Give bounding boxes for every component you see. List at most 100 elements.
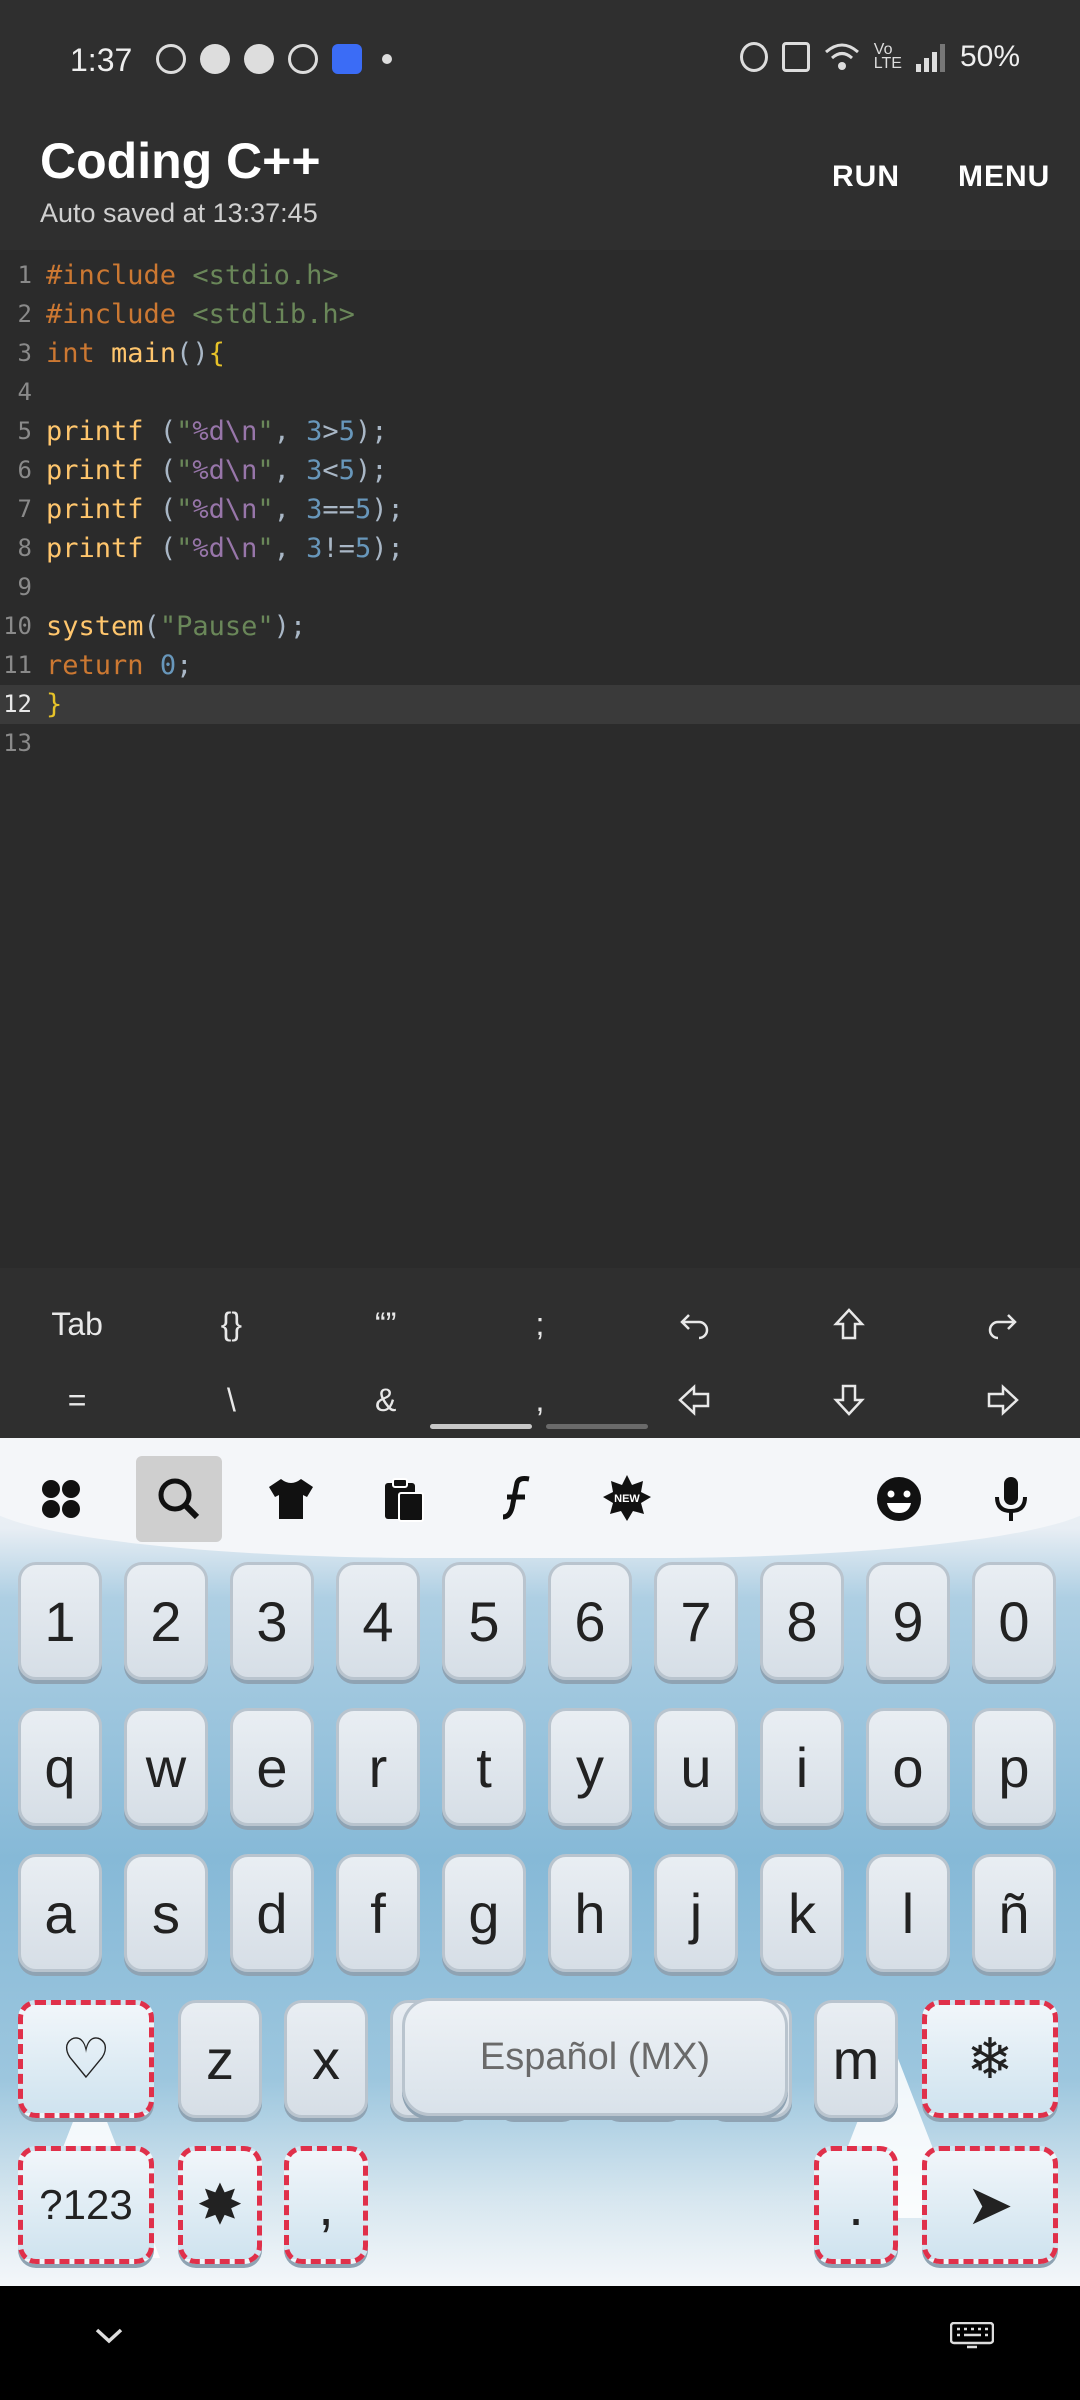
equals-key[interactable]: = — [0, 1362, 154, 1438]
code-line[interactable]: 1 #include <stdio.h> — [0, 256, 1080, 295]
code-text: #include <stdlib.h> — [46, 299, 355, 330]
key-z[interactable]: z — [178, 2000, 262, 2118]
key-0[interactable]: 0 — [972, 1562, 1056, 1680]
symbols-key[interactable]: ?123 — [18, 2146, 154, 2264]
redo-icon — [988, 1314, 1017, 1340]
heart-key[interactable]: ♡ — [18, 2000, 154, 2118]
key-6[interactable]: 6 — [548, 1562, 632, 1680]
code-line[interactable]: 3 int main(){ — [0, 334, 1080, 373]
key-8[interactable]: 8 — [760, 1562, 844, 1680]
code-editor[interactable]: 1 #include <stdio.h> 2 #include <stdlib.… — [0, 250, 1080, 1268]
key-i[interactable]: i — [760, 1708, 844, 1826]
key-j[interactable]: j — [654, 1854, 738, 1972]
key-q[interactable]: q — [18, 1708, 102, 1826]
arrow-right-key[interactable] — [926, 1362, 1080, 1438]
key-f[interactable]: f — [336, 1854, 420, 1972]
code-line[interactable]: 5 printf ("%d\n", 3>5); — [0, 412, 1080, 451]
key-o[interactable]: o — [866, 1708, 950, 1826]
keyboard-switch-icon[interactable] — [950, 2322, 994, 2350]
quotes-key[interactable]: “” — [309, 1286, 463, 1362]
menu-button[interactable]: MENU — [958, 160, 1050, 194]
search-button[interactable] — [136, 1456, 222, 1542]
semicolon-key[interactable]: ; — [463, 1286, 617, 1362]
line-number: 7 — [17, 495, 32, 523]
code-line[interactable]: 6 printf ("%d\n", 3<5); — [0, 451, 1080, 490]
shift-up-key[interactable] — [771, 1286, 925, 1362]
key-a[interactable]: a — [18, 1854, 102, 1972]
key-n-tilde[interactable]: ñ — [972, 1854, 1056, 1972]
key-x[interactable]: x — [284, 2000, 368, 2118]
battery-level: 50% — [959, 40, 1020, 73]
code-line[interactable]: 13 — [0, 724, 1080, 763]
theme-shirt-icon — [269, 1479, 313, 1519]
enter-key[interactable]: ➤ — [922, 2146, 1058, 2264]
key-l[interactable]: l — [866, 1854, 950, 1972]
code-line[interactable]: 8 printf ("%d\n", 3!=5); — [0, 529, 1080, 568]
microphone-button[interactable] — [968, 1456, 1054, 1542]
code-text: return 0; — [46, 650, 193, 681]
run-button[interactable]: RUN — [832, 160, 900, 194]
key-h[interactable]: h — [548, 1854, 632, 1972]
key-5[interactable]: 5 — [442, 1562, 526, 1680]
key-7[interactable]: 7 — [654, 1562, 738, 1680]
dot-icon — [382, 54, 392, 64]
code-line[interactable]: 7 printf ("%d\n", 3==5); — [0, 490, 1080, 529]
snowflake-key[interactable]: ❄ — [922, 2000, 1058, 2118]
braces-key[interactable]: {} — [154, 1286, 308, 1362]
key-y[interactable]: y — [548, 1708, 632, 1826]
key-g[interactable]: g — [442, 1854, 526, 1972]
key-e[interactable]: e — [230, 1708, 314, 1826]
key-s[interactable]: s — [124, 1854, 208, 1972]
backslash-key[interactable]: \ — [154, 1362, 308, 1438]
clipboard-button[interactable] — [360, 1456, 446, 1542]
arrow-down-key[interactable] — [771, 1362, 925, 1438]
emoji-button[interactable] — [856, 1456, 942, 1542]
key-r[interactable]: r — [336, 1708, 420, 1826]
hide-keyboard-icon[interactable] — [94, 2326, 124, 2346]
key-3[interactable]: 3 — [230, 1562, 314, 1680]
key-u[interactable]: u — [654, 1708, 738, 1826]
code-text: int main(){ — [46, 338, 225, 369]
code-line[interactable]: 10 system("Pause"); — [0, 607, 1080, 646]
wifi-icon — [824, 43, 859, 70]
code-line[interactable]: 11 return 0; — [0, 646, 1080, 685]
line-number: 5 — [17, 417, 32, 445]
apps-button[interactable] — [18, 1456, 104, 1542]
helper-key-bar: Tab {} “” ; = \ & , — [0, 1268, 1080, 1438]
undo-key[interactable] — [617, 1286, 771, 1362]
star-key[interactable]: ✸ — [178, 2146, 262, 2264]
code-line[interactable]: 4 — [0, 373, 1080, 412]
new-badge-button[interactable]: NEW — [584, 1456, 670, 1542]
status-bar: 1:37 Vo LTE 50% — [0, 0, 1080, 122]
code-text: printf ("%d\n", 3==5); — [46, 494, 404, 525]
helper-row-2: = \ & , — [0, 1362, 1080, 1438]
key-2[interactable]: 2 — [124, 1562, 208, 1680]
space-bar[interactable]: Español (MX) — [402, 1998, 788, 2116]
code-line-active[interactable]: 12 } — [0, 685, 1080, 724]
tab-key[interactable]: Tab — [0, 1286, 154, 1362]
search-icon — [158, 1478, 200, 1520]
undo-icon — [680, 1314, 709, 1340]
keyboard: NEW 1 2 3 4 5 6 7 8 9 0 q w e r t y u i … — [0, 1438, 1080, 2286]
comma-key[interactable]: , — [284, 2146, 368, 2264]
key-k[interactable]: k — [760, 1854, 844, 1972]
code-line[interactable]: 2 #include <stdlib.h> — [0, 295, 1080, 334]
code-line[interactable]: 9 — [0, 568, 1080, 607]
key-w[interactable]: w — [124, 1708, 208, 1826]
key-p[interactable]: p — [972, 1708, 1056, 1826]
theme-button[interactable] — [248, 1456, 334, 1542]
font-button[interactable] — [472, 1456, 558, 1542]
new-badge-icon: NEW — [603, 1475, 651, 1521]
line-number: 3 — [17, 339, 32, 367]
period-key[interactable]: . — [814, 2146, 898, 2264]
key-4[interactable]: 4 — [336, 1562, 420, 1680]
redo-key[interactable] — [926, 1286, 1080, 1362]
key-1[interactable]: 1 — [18, 1562, 102, 1680]
helper-row-1: Tab {} “” ; — [0, 1286, 1080, 1362]
key-t[interactable]: t — [442, 1708, 526, 1826]
key-d[interactable]: d — [230, 1854, 314, 1972]
volte-icon: Vo LTE — [873, 41, 902, 72]
page-indicator-active — [430, 1424, 532, 1429]
key-9[interactable]: 9 — [866, 1562, 950, 1680]
key-m[interactable]: m — [814, 2000, 898, 2118]
